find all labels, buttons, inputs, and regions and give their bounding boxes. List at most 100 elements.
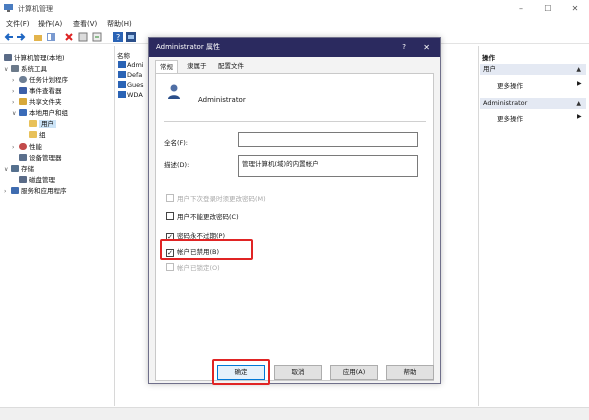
user-icon bbox=[118, 61, 126, 68]
account-locked-checkbox: 帐户已锁定(O) bbox=[166, 263, 220, 273]
dialog-help-button[interactable]: ? bbox=[402, 38, 406, 57]
shared-folder-icon bbox=[19, 98, 27, 105]
properties-icon[interactable] bbox=[78, 32, 88, 42]
tab-member-of[interactable]: 隶属于 bbox=[183, 60, 211, 73]
tree-item-device-manager[interactable]: 设备管理器 bbox=[19, 152, 62, 162]
collapse-caret-icon[interactable]: ▲ bbox=[576, 64, 581, 75]
actions-group-administrator[interactable]: Administrator ▲ bbox=[480, 98, 586, 109]
list-item[interactable]: Defa bbox=[118, 71, 142, 79]
actions-pane: 操作 用户 ▲ 更多操作 ▶ Administrator ▲ 更多操作 ▶ bbox=[478, 46, 586, 406]
dialog-titlebar: Administrator 属性 ? ✕ bbox=[149, 38, 440, 57]
apply-button[interactable]: 应用(A) bbox=[330, 365, 378, 380]
chevron-right-icon[interactable]: › bbox=[4, 188, 11, 195]
tree-item-local-users-groups[interactable]: ∨ 本地用户和组 bbox=[12, 107, 68, 117]
users-groups-icon bbox=[19, 109, 27, 116]
storage-icon bbox=[11, 165, 19, 172]
tree-item-users[interactable]: 用户 bbox=[29, 118, 56, 128]
divider bbox=[164, 121, 426, 122]
close-button[interactable]: ✕ bbox=[568, 3, 582, 14]
tree-item-event-viewer[interactable]: › 事件查看器 bbox=[12, 85, 62, 95]
tree-item-disk-management[interactable]: 磁盘管理 bbox=[19, 174, 55, 184]
status-bar bbox=[0, 407, 589, 420]
tab-profile[interactable]: 配置文件 bbox=[214, 60, 248, 73]
fullname-label: 全名(F): bbox=[164, 139, 189, 147]
user-icon bbox=[118, 81, 126, 88]
show-hide-tree-icon[interactable] bbox=[46, 32, 56, 42]
back-arrow-icon[interactable] bbox=[4, 32, 14, 42]
menu-help[interactable]: 帮助(H) bbox=[107, 19, 132, 29]
menu-bar: 文件(F) 操作(A) 查看(V) 帮助(H) bbox=[0, 17, 589, 29]
tree-item-performance[interactable]: › 性能 bbox=[12, 141, 42, 151]
svg-text:?: ? bbox=[116, 33, 120, 42]
submenu-arrow-icon: ▶ bbox=[577, 80, 582, 87]
maximize-button[interactable]: ☐ bbox=[541, 3, 555, 14]
tree-item-shared-folders[interactable]: › 共享文件夹 bbox=[12, 96, 62, 106]
tab-general[interactable]: 常规 bbox=[155, 60, 178, 74]
chevron-down-icon[interactable]: ∨ bbox=[4, 166, 11, 173]
tree-item-storage[interactable]: ∨ 存储 bbox=[4, 163, 34, 173]
menu-action[interactable]: 操作(A) bbox=[38, 19, 62, 29]
tree-item-groups[interactable]: 组 bbox=[29, 129, 46, 139]
help-icon[interactable]: ? bbox=[113, 32, 123, 42]
tree-item-services-apps[interactable]: › 服务和应用程序 bbox=[4, 185, 67, 195]
chevron-right-icon[interactable]: › bbox=[12, 77, 19, 84]
more-actions-item[interactable]: 更多操作 ▶ bbox=[497, 113, 582, 123]
forward-arrow-icon[interactable] bbox=[16, 32, 26, 42]
submenu-arrow-icon: ▶ bbox=[577, 113, 582, 120]
general-tab-panel: Administrator 全名(F): 描述(D): 管理计算机(域)的内置帐… bbox=[155, 73, 434, 381]
window-titlebar: 计算机管理 – ☐ ✕ bbox=[0, 0, 589, 17]
dialog-title: Administrator 属性 bbox=[156, 43, 220, 51]
tools-icon bbox=[11, 65, 19, 72]
cannot-change-password-checkbox[interactable]: 用户不能更改密码(C) bbox=[166, 212, 239, 222]
view-icon[interactable] bbox=[126, 32, 136, 42]
list-item[interactable]: Gues bbox=[118, 81, 144, 89]
chevron-down-icon[interactable]: ∨ bbox=[12, 110, 19, 117]
column-header-name[interactable]: 名称 bbox=[117, 50, 130, 60]
administrator-properties-dialog: Administrator 属性 ? ✕ 常规 隶属于 配置文件 Adminis… bbox=[148, 37, 441, 385]
actions-group-users[interactable]: 用户 ▲ bbox=[480, 64, 586, 75]
chevron-right-icon[interactable]: › bbox=[12, 99, 19, 106]
menu-view[interactable]: 查看(V) bbox=[73, 19, 97, 29]
computer-management-icon bbox=[4, 4, 13, 12]
checkbox-box bbox=[166, 263, 174, 271]
computer-icon bbox=[4, 54, 12, 61]
collapse-caret-icon[interactable]: ▲ bbox=[576, 98, 581, 109]
more-actions-item[interactable]: 更多操作 ▶ bbox=[497, 80, 582, 90]
event-viewer-icon bbox=[19, 87, 27, 94]
disk-icon bbox=[19, 176, 27, 183]
services-icon bbox=[11, 187, 19, 194]
navigation-tree: 计算机管理(本地) ∨ 系统工具 › 任务计划程序 › 事件查看器 › 共享文件夹 ∨ 本… bbox=[2, 46, 115, 406]
tree-item-task-scheduler[interactable]: › 任务计划程序 bbox=[12, 74, 68, 84]
ok-button-highlight bbox=[212, 359, 270, 385]
chevron-right-icon[interactable]: › bbox=[12, 144, 19, 151]
user-icon bbox=[118, 91, 126, 98]
chevron-down-icon[interactable]: ∨ bbox=[4, 66, 11, 73]
folder-icon bbox=[29, 131, 37, 138]
delete-icon[interactable] bbox=[64, 32, 74, 42]
tree-item-system-tools[interactable]: ∨ 系统工具 bbox=[4, 63, 47, 73]
window-title: 计算机管理 bbox=[18, 5, 53, 13]
menu-file[interactable]: 文件(F) bbox=[6, 19, 30, 29]
clock-icon bbox=[19, 76, 27, 83]
description-field[interactable]: 管理计算机(域)的内置帐户 bbox=[238, 155, 418, 177]
tree-item-computer-management[interactable]: 计算机管理(本地) bbox=[4, 52, 65, 62]
description-label: 描述(D): bbox=[164, 161, 190, 169]
device-manager-icon bbox=[19, 154, 27, 161]
chevron-right-icon[interactable]: › bbox=[12, 88, 19, 95]
dialog-close-button[interactable]: ✕ bbox=[423, 38, 430, 57]
export-list-icon[interactable] bbox=[92, 32, 102, 42]
up-folder-icon[interactable] bbox=[33, 32, 43, 42]
list-item[interactable]: Admi bbox=[118, 61, 144, 69]
list-item[interactable]: WDA bbox=[118, 91, 143, 99]
checkbox-box[interactable] bbox=[166, 212, 174, 220]
minimize-button[interactable]: – bbox=[514, 3, 528, 14]
performance-icon bbox=[19, 143, 27, 150]
help-button[interactable]: 帮助 bbox=[386, 365, 434, 380]
user-account-icon bbox=[168, 84, 180, 99]
must-change-password-checkbox: 用户下次登录时须更改密码(M) bbox=[166, 194, 266, 204]
user-icon bbox=[118, 71, 126, 78]
fullname-field[interactable] bbox=[238, 132, 418, 147]
cancel-button[interactable]: 取消 bbox=[274, 365, 322, 380]
checkbox-box bbox=[166, 194, 174, 202]
username-label: Administrator bbox=[198, 96, 246, 104]
